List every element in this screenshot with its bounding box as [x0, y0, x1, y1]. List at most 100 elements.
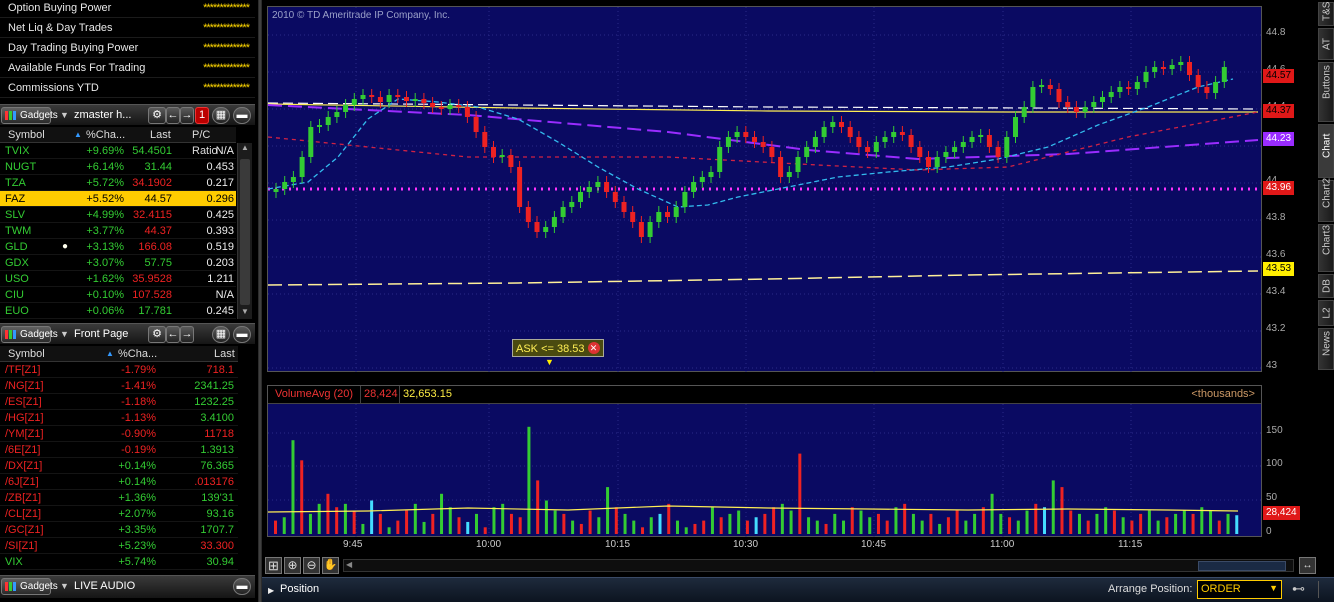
close-icon[interactable]: ✕: [587, 342, 600, 354]
column-change[interactable]: %Cha...: [118, 346, 157, 362]
link-badge[interactable]: 1: [195, 107, 209, 124]
gadgets-button[interactable]: Gadgets: [1, 326, 58, 343]
row-change: -0.90%: [121, 428, 156, 440]
candle-body: [578, 192, 583, 202]
volume-bar: [466, 521, 470, 534]
watchlist-row[interactable]: /YM[Z1] -0.90% 11718: [0, 426, 238, 442]
watchlist-row[interactable]: /CL[Z1] +2.07% 93.16: [0, 506, 238, 522]
watchlist-row[interactable]: VIX +5.74% 30.94: [0, 554, 238, 570]
arrange-position-select[interactable]: ORDER ▼: [1197, 580, 1282, 599]
watchlist-row[interactable]: TWM +3.77% 44.37 0.393: [0, 223, 236, 239]
watchlist-row[interactable]: FAZ +5.52% 44.57 0.296: [0, 191, 236, 207]
row-change: +5.52%: [86, 193, 124, 205]
watchlist1-scrollbar[interactable]: ▲ ▼: [237, 143, 252, 319]
volume-bar: [396, 520, 400, 534]
side-tab-news[interactable]: News: [1318, 328, 1334, 370]
expand-icon[interactable]: ↔: [1299, 557, 1316, 574]
expand-arrow-icon[interactable]: ▶: [268, 586, 274, 595]
candle-body: [334, 112, 340, 117]
side-tab-db[interactable]: DB: [1318, 274, 1334, 298]
gear-icon[interactable]: ⚙: [148, 107, 166, 124]
watchlist-row[interactable]: /GC[Z1] +3.35% 1707.7: [0, 522, 238, 538]
close-icon[interactable]: ▬: [233, 326, 251, 343]
side-tab-label: T&S: [1321, 1, 1333, 21]
candle-body: [734, 132, 740, 137]
side-tab-chart3[interactable]: Chart3: [1318, 224, 1334, 272]
watchlist-row[interactable]: TVIX +9.69% 54.4501 N/A: [0, 143, 236, 159]
scroll-left-icon[interactable]: ◀: [346, 560, 352, 569]
volume-axis[interactable]: 150 100 50 0 28,424: [1262, 385, 1310, 537]
grid-icon[interactable]: ⊞: [265, 557, 282, 574]
watchlist-row[interactable]: /HG[Z1] -1.13% 3.4100: [0, 410, 238, 426]
arrow-right-icon[interactable]: →: [180, 107, 194, 124]
column-symbol[interactable]: Symbol: [8, 346, 45, 362]
watchlist-row[interactable]: SLV +4.99% 32.4115 0.425: [0, 207, 236, 223]
price-tick-label: 43.2: [1266, 323, 1286, 334]
side-tab-chart[interactable]: Chart: [1318, 124, 1334, 178]
candle-body: [1152, 67, 1158, 72]
watchlist-title[interactable]: Front Page: [74, 324, 128, 345]
volume-bar: [903, 503, 907, 534]
side-tab-at[interactable]: AT: [1318, 28, 1334, 60]
volume-panel[interactable]: VolumeAvg (20) 28,424 32,653.15 <thousan…: [267, 385, 1263, 538]
arrow-left-icon[interactable]: ←: [166, 107, 180, 124]
print-icon[interactable]: ▦: [212, 326, 230, 343]
watchlist-row[interactable]: /DX[Z1] +0.14% 76.365: [0, 458, 238, 474]
column-last[interactable]: Last: [150, 127, 171, 143]
column-symbol[interactable]: Symbol: [8, 127, 45, 143]
column-change[interactable]: %Cha...: [86, 127, 125, 143]
side-tab-chart2[interactable]: Chart2: [1318, 178, 1334, 222]
watchlist-row[interactable]: /TF[Z1] -1.79% 718.1: [0, 362, 238, 378]
live-audio-title[interactable]: LIVE AUDIO: [74, 576, 135, 597]
gadgets-button[interactable]: Gadgets: [1, 107, 58, 124]
gear-icon[interactable]: ⚙: [148, 326, 166, 343]
chevron-down-icon[interactable]: ▼: [60, 110, 69, 120]
candle-body: [873, 142, 879, 152]
column-last[interactable]: Last: [214, 346, 235, 362]
pin-icon[interactable]: ⊷: [1292, 581, 1305, 597]
watchlist-row[interactable]: /NG[Z1] -1.41% 2341.25: [0, 378, 238, 394]
arrow-right-icon[interactable]: →: [180, 326, 194, 343]
gadgets-button[interactable]: Gadgets: [1, 578, 58, 595]
scroll-up-icon[interactable]: ▲: [239, 143, 251, 155]
close-icon[interactable]: ▬: [233, 107, 251, 124]
scroll-down-icon[interactable]: ▼: [239, 307, 251, 319]
alert-bulb-icon: ●: [62, 241, 69, 252]
watchlist-row[interactable]: NUGT +6.14% 31.44 0.453: [0, 159, 236, 175]
side-tab-buttons[interactable]: Buttons: [1318, 62, 1334, 122]
chevron-down-icon[interactable]: ▼: [60, 329, 69, 339]
watchlist-row[interactable]: EUO +0.06% 17.781 0.245: [0, 303, 236, 319]
side-tab-l2[interactable]: L2: [1318, 300, 1334, 326]
watchlist-row[interactable]: USO +1.62% 35.9528 1.211: [0, 271, 236, 287]
chevron-down-icon[interactable]: ▼: [60, 581, 69, 591]
watchlist-row[interactable]: TZA +5.72% 34.1902 0.217: [0, 175, 236, 191]
watchlist-row[interactable]: GDX +3.07% 57.75 0.203: [0, 255, 236, 271]
position-label[interactable]: Position: [280, 583, 319, 595]
watchlist-row[interactable]: CIU +0.10% 107.528 N/A: [0, 287, 236, 303]
chevron-down-icon[interactable]: ▼: [1269, 583, 1278, 593]
time-axis[interactable]: 9:45 10:00 10:15 10:30 10:45 11:00 11:15: [267, 537, 1262, 555]
volume-bar: [1060, 487, 1064, 534]
watchlist-row[interactable]: /SI[Z1] +5.23% 33.300: [0, 538, 238, 554]
price-chart-panel[interactable]: 2010 © TD Ameritrade IP Company, Inc. AS…: [267, 6, 1263, 373]
hand-icon[interactable]: ✋: [322, 557, 339, 574]
ask-alert-label[interactable]: ASK <= 38.53 ✕: [512, 339, 604, 357]
price-axis[interactable]: 44.844.644.444.24443.843.643.443.24344.5…: [1262, 6, 1310, 372]
close-icon[interactable]: ▬: [233, 578, 251, 595]
side-tab-ts[interactable]: T&S: [1318, 2, 1334, 26]
print-icon[interactable]: ▦: [212, 107, 230, 124]
watchlist-row[interactable]: /6E[Z1] -0.19% 1.3913: [0, 442, 238, 458]
watchlist-row[interactable]: GLD ● +3.13% 166.08 0.519: [0, 239, 236, 255]
scrollbar-thumb[interactable]: [1198, 561, 1286, 571]
time-scrollbar[interactable]: ◀: [343, 559, 1294, 572]
arrow-left-icon[interactable]: ←: [166, 326, 180, 343]
candle-body: [830, 122, 836, 127]
zoom-out-icon[interactable]: ⊖: [303, 557, 320, 574]
watchlist-title[interactable]: zmaster h...: [74, 105, 131, 126]
watchlist-row[interactable]: /6J[Z1] +0.14% .013176: [0, 474, 238, 490]
watchlist-row[interactable]: /ZB[Z1] +1.36% 139'31: [0, 490, 238, 506]
watchlist-row[interactable]: /ES[Z1] -1.18% 1232.25: [0, 394, 238, 410]
scrollbar-thumb[interactable]: [240, 159, 250, 305]
volume-bar: [518, 517, 522, 534]
zoom-in-icon[interactable]: ⊕: [284, 557, 301, 574]
